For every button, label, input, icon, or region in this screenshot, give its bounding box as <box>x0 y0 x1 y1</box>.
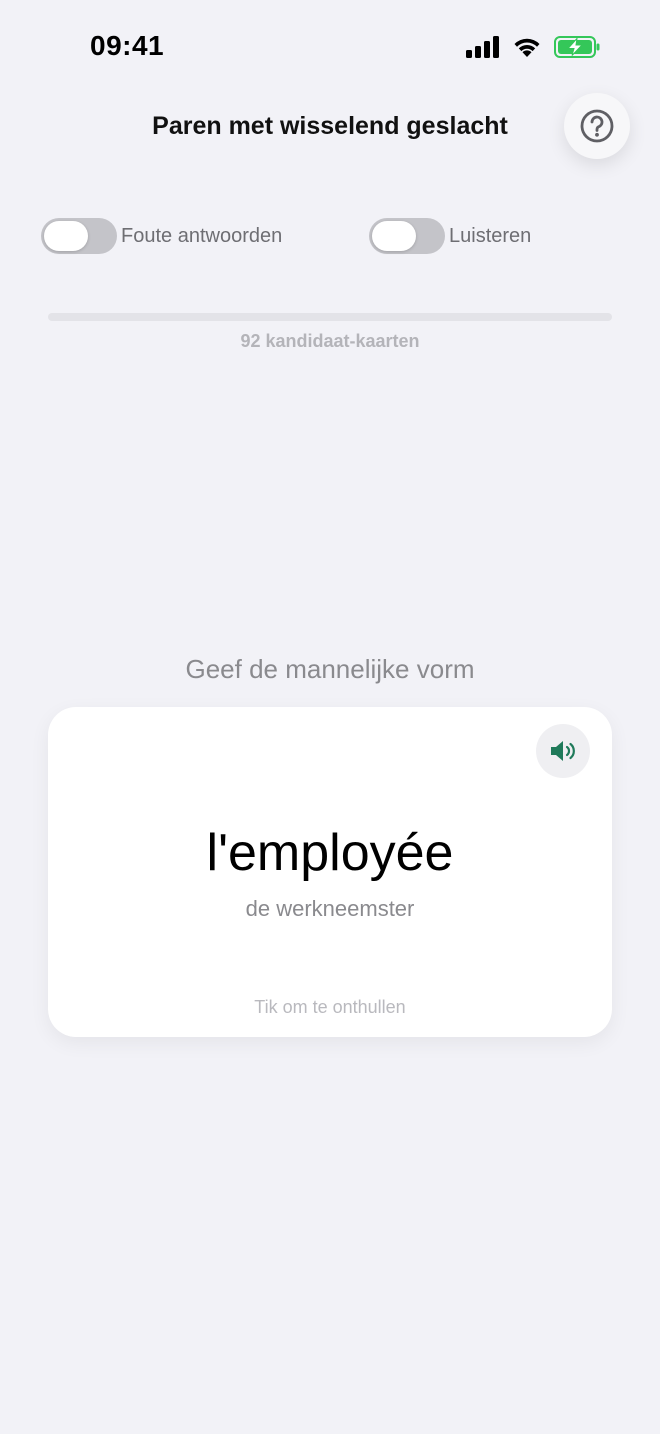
wrong-answers-toggle-row: Foute antwoorden <box>41 218 282 254</box>
status-icons <box>466 36 600 58</box>
status-time: 09:41 <box>90 30 165 61</box>
help-button[interactable] <box>564 93 630 159</box>
toggle-knob <box>44 221 88 251</box>
flashcard[interactable]: l'employée de werkneemster Tik om te ont… <box>48 707 612 1037</box>
page-title: Paren met wisselend geslacht <box>152 112 508 140</box>
battery-charging-icon <box>554 36 600 58</box>
listening-toggle[interactable] <box>369 218 445 254</box>
card-translation: de werkneemster <box>245 896 415 921</box>
wrong-answers-label: Foute antwoorden <box>121 224 283 247</box>
candidate-count: 92 kandidaat-kaarten <box>240 331 420 351</box>
listening-label: Luisteren <box>449 224 532 247</box>
play-audio-button[interactable] <box>536 724 590 778</box>
question-mark-icon <box>580 109 614 143</box>
wifi-icon <box>514 38 540 57</box>
toggle-knob <box>372 221 416 251</box>
tap-to-reveal-hint: Tik om te onthullen <box>254 997 406 1017</box>
cellular-signal-icon <box>466 36 499 58</box>
wrong-answers-toggle[interactable] <box>41 218 117 254</box>
progress-bar <box>48 313 612 321</box>
status-bar: 09:41 <box>0 0 660 96</box>
listening-toggle-row: Luisteren <box>369 218 531 254</box>
card-word: l'employée <box>206 824 454 882</box>
question-prompt: Geef de mannelijke vorm <box>185 654 475 684</box>
speaker-icon <box>551 741 575 761</box>
